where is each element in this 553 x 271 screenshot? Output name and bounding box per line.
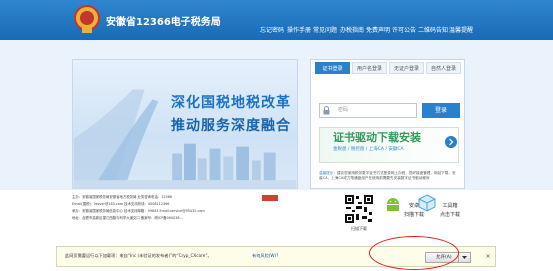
toolbox-title[interactable]: 工具箱 — [432, 202, 468, 209]
top-nav: 忘记密码 操作手册 常见问题 办税指南 免费声明 许可公告 二维码告知 温馨提醒 — [0, 26, 553, 40]
nav-qrcode[interactable]: 二维码告知 — [418, 26, 448, 36]
footer-info: 主办：安徽省国家税务局安徽省地方税务局 业务咨询电话：12366 Email(国… — [72, 194, 282, 222]
promo-banner: 深化国税地税改革 推动服务深度融合 — [72, 59, 298, 189]
tips-label: 温馨提示： — [319, 171, 337, 175]
nav-reminder[interactable]: 温馨提醒 — [449, 26, 473, 36]
highlight-annotation — [369, 236, 459, 270]
nav-license[interactable]: 许可公告 — [392, 26, 416, 36]
android-app-subtitle: 扫描下载 — [403, 212, 424, 218]
nav-faq[interactable]: 常见问题 — [313, 26, 337, 36]
tips-text: 建议您使用税务数字证书方式登录网上办税，您好接盘管理，网站下载，安装CA，上海C… — [319, 171, 456, 180]
qr-label: 扫描下载 — [351, 226, 367, 231]
arrow-right-icon[interactable] — [445, 136, 457, 148]
tab-natural-person-login[interactable]: 自然人登录 — [426, 62, 461, 74]
notification-text: 此网页需要运行以下加载项：来自“Inc (未验证的发布者)”的“Cryp_CXc… — [65, 253, 212, 258]
login-panel: 证书登录 用户名登录 无证户登录 自然人登录 密码 登录 证书驱动下载安装 金税… — [310, 59, 465, 189]
banner-slogan-1: 深化国税地税改革 — [171, 95, 291, 111]
tab-no-cert-login[interactable]: 无证户登录 — [389, 62, 424, 74]
password-input[interactable]: 密码 — [319, 103, 417, 118]
tab-username-login[interactable]: 用户名登录 — [352, 62, 387, 74]
site-header: 安徽省12366电子税务局 忘记密码 操作手册 常见问题 办税指南 免费声明 许… — [0, 0, 553, 40]
toolbox-subtitle: 点击下载 — [439, 212, 460, 218]
driver-download-subtitle: 金税盘 / 税控盘 / 上海CA / 安徽CA — [333, 147, 404, 152]
qr-code-icon — [344, 194, 374, 224]
close-icon[interactable]: × — [484, 253, 492, 261]
footer-line: Email(国税)：tesver@163.com 技术支持热线：40081123… — [72, 202, 170, 206]
risk-link[interactable]: 有何风险(W)? — [252, 253, 278, 259]
banner-slogan-2: 推动服务深度融合 — [171, 118, 291, 134]
nav-manual[interactable]: 操作手册 — [287, 26, 311, 36]
driver-download-title: 证书驱动下载安装 — [333, 131, 421, 144]
login-button[interactable]: 登录 — [422, 103, 460, 118]
nav-disclaimer[interactable]: 免费声明 — [366, 26, 390, 36]
site-badge[interactable] — [262, 195, 278, 201]
login-tabs: 证书登录 用户名登录 无证户登录 自然人登录 — [315, 62, 465, 75]
footer-line: 承办：安徽省国家税务局信息中心 技术支持邮箱：99843 Email:servi… — [72, 209, 205, 213]
login-tips: 温馨提示：建议您使用税务数字证书方式登录网上办税，您好接盘管理，网站下载，安装C… — [319, 171, 459, 181]
nav-forgot-password[interactable]: 忘记密码 — [260, 26, 284, 36]
footer-line: 主办：安徽省国家税务局安徽省地方税务局 业务咨询电话：12366 — [72, 195, 173, 199]
main-area: 深化国税地税改革 推动服务深度融合 证书登录 用户名登录 无证户登录 自然人登录… — [0, 40, 553, 190]
tab-certificate-login[interactable]: 证书登录 — [315, 62, 350, 74]
chevron-down-icon[interactable] — [458, 252, 470, 263]
nav-tax-guide[interactable]: 办税指南 — [340, 26, 364, 36]
lock-icon — [323, 106, 330, 115]
footer-line: 地址：合肥市高新区望江西路与科学大道交口 备案号：皖ICP备090038... — [72, 216, 183, 220]
